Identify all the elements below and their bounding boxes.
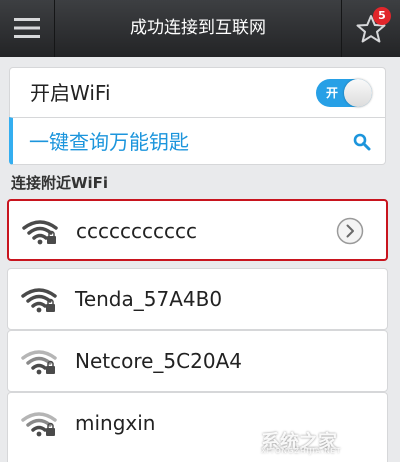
nearby-wifi-section-title: 连接附近WiFi [11, 174, 109, 192]
wifi-list-item[interactable]: Tenda_57A4B0 [7, 268, 388, 330]
watermark-url: XITONGZHIJIA.NET [261, 447, 342, 455]
wifi-switch-row: 开启WiFi 开 [9, 67, 386, 118]
chevron-right-circle-icon[interactable] [336, 217, 364, 245]
menu-button[interactable] [0, 0, 55, 57]
top-bar: 成功连接到互联网 5 [0, 0, 400, 57]
wifi-list-item[interactable]: Netcore_5C20A4 [7, 330, 388, 392]
notification-badge: 5 [373, 7, 391, 25]
wifi-list-item[interactable]: ccccccccccc [7, 199, 388, 261]
wifi-switch-label: 开启WiFi [30, 81, 111, 105]
wifi-ssid: ccccccccccc [76, 219, 197, 243]
wifi-toggle[interactable]: 开 [316, 79, 372, 107]
key-query-label: 一键查询万能钥匙 [29, 130, 189, 154]
favorites-button[interactable]: 5 [341, 0, 400, 57]
search-icon [353, 133, 371, 151]
page-title: 成功连接到互联网 [130, 18, 266, 38]
wifi-ssid: Tenda_57A4B0 [75, 287, 223, 311]
hamburger-menu-icon [14, 18, 40, 38]
house-logo-icon [227, 427, 255, 453]
wifi-locked-icon [21, 288, 57, 313]
site-watermark: 系统之家 XITONGZHIJIA.NET [221, 424, 396, 456]
key-query-button[interactable]: 一键查询万能钥匙 [9, 117, 386, 165]
wifi-locked-icon [21, 412, 57, 437]
toggle-knob [344, 79, 372, 107]
wifi-locked-icon [21, 350, 57, 375]
wifi-locked-icon [22, 220, 58, 245]
wifi-ssid: Netcore_5C20A4 [75, 349, 242, 373]
wifi-ssid: mingxin [75, 411, 156, 435]
toggle-state-text: 开 [326, 86, 339, 100]
